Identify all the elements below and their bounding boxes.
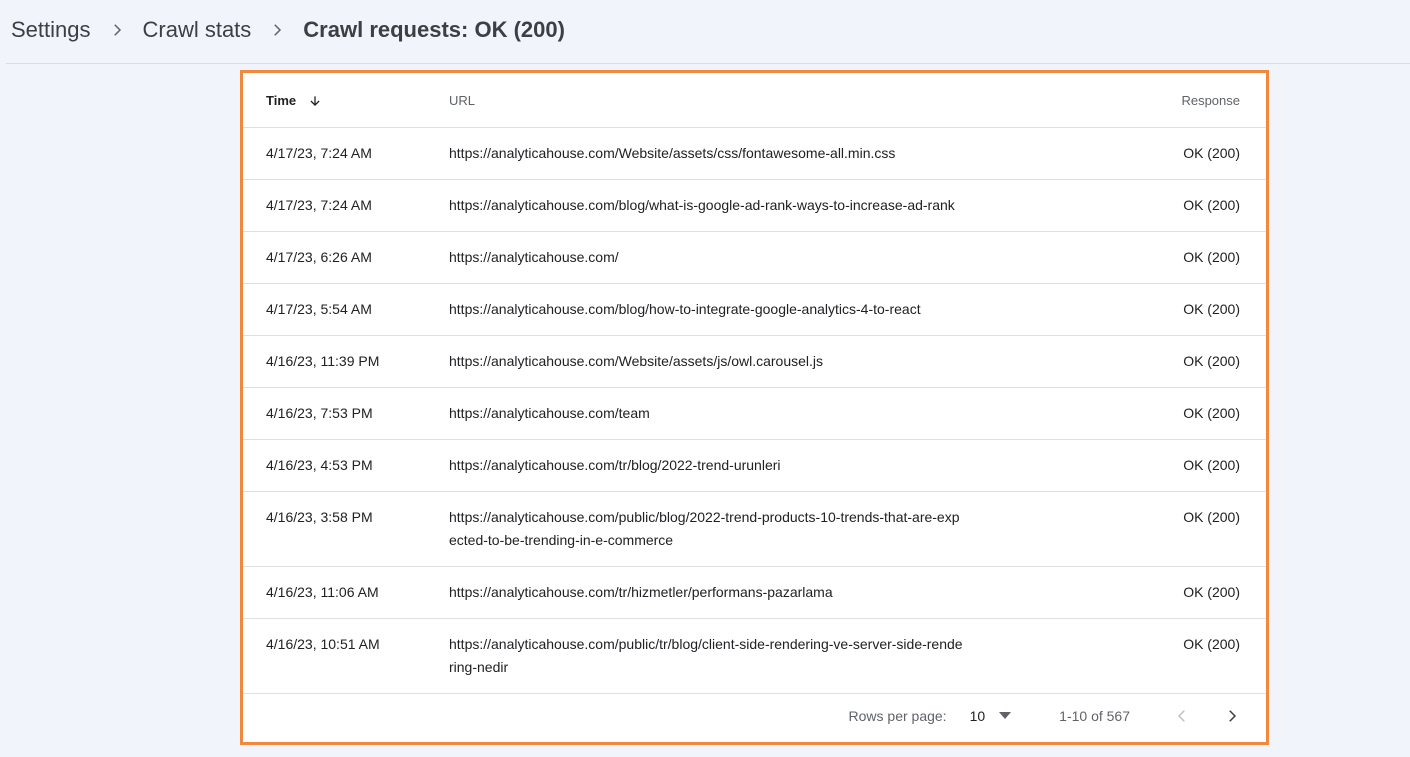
pagination-range: 1-10 of 567: [1059, 708, 1130, 724]
cell-response: OK (200): [1116, 231, 1266, 284]
breadcrumb-settings[interactable]: Settings: [11, 17, 91, 43]
cell-response: OK (200): [1116, 335, 1266, 388]
cell-url: https://analyticahouse.com/Website/asset…: [449, 335, 1116, 388]
column-header-time[interactable]: Time: [243, 73, 449, 128]
cell-url: https://analyticahouse.com/tr/hizmetler/…: [449, 566, 1116, 619]
cell-response: OK (200): [1116, 127, 1266, 180]
table-row[interactable]: 4/16/23, 11:06 AM https://analyticahouse.…: [243, 566, 1266, 619]
cell-response: OK (200): [1116, 283, 1266, 336]
table-row[interactable]: 4/16/23, 10:51 AM https://analyticahouse.…: [243, 618, 1266, 694]
chevron-left-icon: [1177, 710, 1185, 722]
header-divider: [6, 63, 1410, 64]
cell-time: 4/16/23, 7:53 PM: [243, 387, 449, 440]
rows-per-page-label: Rows per page:: [848, 708, 947, 724]
cell-time: 4/17/23, 7:24 AM: [243, 179, 449, 232]
cell-time: 4/17/23, 7:24 AM: [243, 127, 449, 180]
cell-response: OK (200): [1116, 439, 1266, 492]
rows-per-page-select[interactable]: 10: [970, 708, 1012, 724]
cell-url: https://analyticahouse.com/: [449, 231, 1116, 284]
cell-time: 4/17/23, 5:54 AM: [243, 283, 449, 336]
column-header-response[interactable]: Response: [1116, 73, 1266, 128]
cell-time: 4/16/23, 10:51 AM: [243, 618, 449, 694]
next-page-button[interactable]: [1220, 704, 1244, 728]
cell-response: OK (200): [1116, 618, 1266, 694]
table-row[interactable]: 4/16/23, 4:53 PM https://analyticahouse.c…: [243, 439, 1266, 492]
cell-response: OK (200): [1116, 566, 1266, 619]
table-row[interactable]: 4/16/23, 11:39 PM https://analyticahouse.…: [243, 335, 1266, 388]
crawl-requests-table: Time URL Response 4/17/23, 7:24 AM https:…: [243, 73, 1266, 694]
cell-url: https://analyticahouse.com/tr/blog/2022-…: [449, 439, 1116, 492]
table-row[interactable]: 4/17/23, 5:54 AM https://analyticahouse.c…: [243, 283, 1266, 336]
cell-time: 4/16/23, 11:06 AM: [243, 566, 449, 619]
cell-response: OK (200): [1116, 491, 1266, 567]
column-header-time-label: Time: [266, 92, 297, 108]
chevron-right-icon: [274, 24, 282, 36]
chevron-right-icon: [1229, 710, 1237, 722]
page-title: Crawl requests: OK (200): [303, 17, 565, 42]
arrow-down-icon: [310, 95, 320, 106]
cell-time: 4/16/23, 3:58 PM: [243, 491, 449, 567]
pagination-footer: Rows per page: 10 1-10 of 567: [243, 690, 1266, 742]
table-row[interactable]: 4/17/23, 7:24 AM https://analyticahouse.c…: [243, 127, 1266, 180]
column-header-url[interactable]: URL: [449, 73, 1116, 128]
crawl-requests-table-card: Time URL Response 4/17/23, 7:24 AM https:…: [240, 70, 1269, 745]
cell-url: https://analyticahouse.com/public/blog/2…: [449, 491, 1116, 567]
cell-time: 4/17/23, 6:26 AM: [243, 231, 449, 284]
breadcrumb-crawl-stats[interactable]: Crawl stats: [143, 17, 252, 43]
cell-time: 4/16/23, 11:39 PM: [243, 335, 449, 388]
caret-down-icon: [999, 712, 1012, 719]
cell-url: https://analyticahouse.com/public/tr/blo…: [449, 618, 1116, 694]
cell-url: https://analyticahouse.com/blog/what-is-…: [449, 179, 1116, 232]
table-row[interactable]: 4/17/23, 7:24 AM https://analyticahouse.c…: [243, 179, 1266, 232]
chevron-right-icon: [113, 24, 121, 36]
cell-url: https://analyticahouse.com/team: [449, 387, 1116, 440]
cell-time: 4/16/23, 4:53 PM: [243, 439, 449, 492]
table-row[interactable]: 4/16/23, 7:53 PM https://analyticahouse.c…: [243, 387, 1266, 440]
table-row[interactable]: 4/16/23, 3:58 PM https://analyticahouse.c…: [243, 491, 1266, 567]
cell-response: OK (200): [1116, 387, 1266, 440]
cell-url: https://analyticahouse.com/blog/how-to-i…: [449, 283, 1116, 336]
cell-url: https://analyticahouse.com/Website/asset…: [449, 127, 1116, 180]
breadcrumb: Settings Crawl stats Crawl requests: OK …: [11, 14, 565, 46]
previous-page-button[interactable]: [1170, 704, 1194, 728]
cell-response: OK (200): [1116, 179, 1266, 232]
table-row[interactable]: 4/17/23, 6:26 AM https://analyticahouse.c…: [243, 231, 1266, 284]
table-header-row: Time URL Response: [243, 73, 1266, 128]
rows-per-page-value: 10: [969, 708, 986, 724]
